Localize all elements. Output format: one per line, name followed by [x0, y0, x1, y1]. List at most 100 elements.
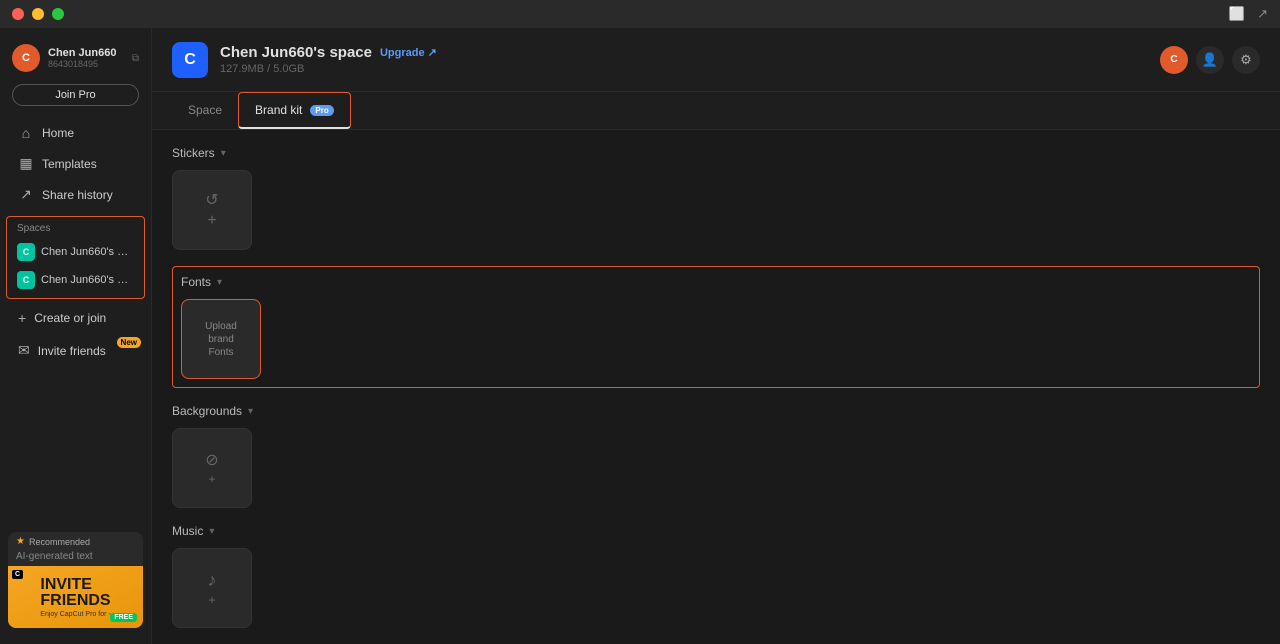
stickers-header: Stickers ▾ [172, 146, 1260, 160]
header-actions: C 👤 ⚙ [1160, 46, 1260, 74]
music-header: Music ▾ [172, 524, 1260, 538]
arrow-icon: ↗ [1257, 6, 1268, 22]
fonts-header: Fonts ▾ [181, 275, 1251, 289]
fonts-grid: Upload brand Fonts [181, 299, 1251, 379]
space-avatar-2: C [17, 271, 35, 289]
stickers-section: Stickers ▾ ↺ + [172, 146, 1260, 250]
backgrounds-grid: ⊘ + [172, 428, 1260, 508]
sticker-add-icon: + [207, 212, 216, 230]
upgrade-link[interactable]: Upgrade ↗ [380, 46, 437, 59]
music-title: Music [172, 524, 203, 538]
space-storage: 127.9MB / 5.0GB [220, 63, 1160, 75]
user-id: 8643018495 [48, 59, 124, 69]
space-header-info: Chen Jun660's space Upgrade ↗ 127.9MB / … [220, 44, 1160, 75]
invite-friends-label: Invite friends [38, 344, 106, 358]
settings-icon[interactable]: ⚙ [1232, 46, 1260, 74]
space-item-1[interactable]: C Chen Jun660's sp... [11, 238, 140, 266]
fonts-chevron: ▾ [217, 277, 222, 288]
tab-space[interactable]: Space [172, 93, 238, 129]
content-area: C Chen Jun660's space Upgrade ↗ 127.9MB … [152, 28, 1280, 644]
join-pro-button[interactable]: Join Pro [12, 84, 139, 106]
nav-item-templates[interactable]: ▦ Templates [4, 148, 147, 179]
stickers-title: Stickers [172, 146, 215, 160]
space-name-2: Chen Jun660's sp... [41, 274, 131, 286]
maximize-button[interactable] [52, 8, 64, 20]
spaces-label: Spaces [11, 221, 140, 238]
nav-item-share-history[interactable]: ↗ Share history [4, 179, 147, 210]
nav-item-home[interactable]: ⌂ Home [4, 118, 147, 148]
header-avatar: C [1160, 46, 1188, 74]
members-icon[interactable]: 👤 [1196, 46, 1224, 74]
plus-icon: + [18, 310, 26, 326]
user-name: Chen Jun660 [48, 47, 124, 59]
upload-line2: brand [208, 334, 234, 345]
backgrounds-chevron: ▾ [248, 406, 253, 417]
promo-recommended-label: Recommended [29, 537, 90, 547]
space-header-name: Chen Jun660's space Upgrade ↗ [220, 44, 1160, 61]
invite-icon: ✉ [18, 342, 30, 359]
backgrounds-section: Backgrounds ▾ ⊘ + [172, 404, 1260, 508]
create-join-item[interactable]: + Create or join [4, 303, 147, 333]
sticker-icon: ↺ [205, 190, 218, 210]
promo-invite-line2: FRIENDS [40, 593, 110, 609]
space-item-2[interactable]: C Chen Jun660's sp... [11, 266, 140, 294]
sticker-add-card[interactable]: ↺ + [172, 170, 252, 250]
space-name-1: Chen Jun660's sp... [41, 246, 131, 258]
templates-icon: ▦ [18, 155, 34, 172]
content-header: C Chen Jun660's space Upgrade ↗ 127.9MB … [152, 28, 1280, 92]
new-badge: New [117, 337, 141, 348]
music-icon: ♪ [208, 570, 217, 591]
star-icon: ★ [16, 536, 25, 547]
fonts-section: Fonts ▾ Upload brand Fonts [172, 266, 1260, 388]
promo-recommended: ★ Recommended [8, 532, 143, 551]
tab-bar: Space Brand kit Pro [152, 92, 1280, 130]
fonts-title: Fonts [181, 275, 211, 289]
stickers-grid: ↺ + [172, 170, 1260, 250]
promo-invite-line1: INVITE [40, 577, 110, 593]
tab-brand-kit-label: Brand kit [255, 103, 302, 117]
font-upload-card[interactable]: Upload brand Fonts [181, 299, 261, 379]
home-icon: ⌂ [18, 125, 34, 141]
stickers-chevron: ▾ [221, 148, 226, 159]
nav-share-label: Share history [42, 188, 113, 202]
backgrounds-header: Backgrounds ▾ [172, 404, 1260, 418]
background-add-card[interactable]: ⊘ + [172, 428, 252, 508]
backgrounds-title: Backgrounds [172, 404, 242, 418]
window-icon: ⬜ [1229, 6, 1245, 22]
user-section: C Chen Jun660 8643018495 ⧉ [0, 36, 151, 84]
sidebar: C Chen Jun660 8643018495 ⧉ Join Pro ⌂ Ho… [0, 28, 152, 644]
nav-templates-label: Templates [42, 157, 97, 171]
invite-friends-item[interactable]: ✉ Invite friends New [4, 335, 147, 366]
minimize-button[interactable] [32, 8, 44, 20]
bg-add-icon: + [208, 472, 215, 486]
promo-image: C INVITE FRIENDS Enjoy CapCut Pro for - … [8, 566, 143, 628]
promo-enjoy-label: Enjoy CapCut Pro for - [40, 611, 110, 618]
share-history-icon: ↗ [18, 186, 34, 203]
promo-text-area: C INVITE FRIENDS Enjoy CapCut Pro for - … [8, 566, 143, 628]
spaces-section: Spaces C Chen Jun660's sp... C Chen Jun6… [6, 216, 145, 299]
music-chevron: ▾ [209, 526, 214, 537]
upload-line3: Fonts [208, 347, 233, 358]
close-button[interactable] [12, 8, 24, 20]
main-panel: Stickers ▾ ↺ + Fonts ▾ [152, 130, 1280, 644]
music-add-card[interactable]: ♪ + [172, 548, 252, 628]
bg-icon: ⊘ [205, 450, 218, 470]
space-icon-large: C [172, 42, 208, 78]
promo-free-badge: FREE [110, 613, 137, 622]
titlebar: ⬜ ↗ [0, 0, 1280, 28]
space-avatar-1: C [17, 243, 35, 261]
music-section: Music ▾ ♪ + [172, 524, 1260, 628]
nav-home-label: Home [42, 126, 74, 140]
user-info: Chen Jun660 8643018495 [48, 47, 124, 69]
promo-card[interactable]: ★ Recommended AI-generated text C INVITE… [8, 532, 143, 628]
tab-brand-kit[interactable]: Brand kit Pro [238, 92, 351, 129]
app-body: C Chen Jun660 8643018495 ⧉ Join Pro ⌂ Ho… [0, 28, 1280, 644]
music-add-icon: + [208, 593, 215, 607]
music-grid: ♪ + [172, 548, 1260, 628]
pro-badge: Pro [310, 105, 333, 116]
promo-logo: C [12, 570, 23, 579]
space-name-header: Chen Jun660's space [220, 44, 372, 61]
create-join-label: Create or join [34, 311, 106, 325]
upload-line1: Upload [205, 321, 237, 332]
copy-icon[interactable]: ⧉ [132, 53, 139, 64]
